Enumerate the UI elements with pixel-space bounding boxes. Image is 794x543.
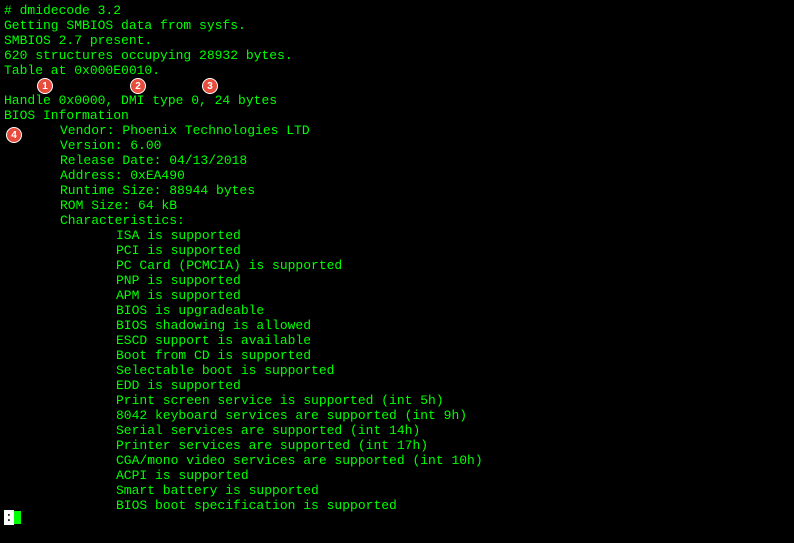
header-line: # dmidecode 3.2 [4,3,790,18]
field-line: ROM Size: 64 kB [4,198,790,213]
characteristic-line: Smart battery is supported [4,483,790,498]
characteristic-line: EDD is supported [4,378,790,393]
characteristic-line: ESCD support is available [4,333,790,348]
field-line: Runtime Size: 88944 bytes [4,183,790,198]
characteristic-line: 8042 keyboard services are supported (in… [4,408,790,423]
field-line: Vendor: Phoenix Technologies LTD [4,123,790,138]
pager-colon: : [4,510,14,525]
characteristic-line: BIOS boot specification is supported [4,498,790,513]
field-line: Address: 0xEA490 [4,168,790,183]
characteristic-line: ACPI is supported [4,468,790,483]
pager-prompt[interactable]: : [4,510,21,525]
field-line: Characteristics: [4,213,790,228]
header-line: 620 structures occupying 28932 bytes. [4,48,790,63]
characteristic-line: CGA/mono video services are supported (i… [4,453,790,468]
characteristic-line: APM is supported [4,288,790,303]
annotation-marker-4: 4 [6,127,22,143]
annotation-marker-3: 3 [202,78,218,94]
characteristic-line: PCI is supported [4,243,790,258]
annotation-marker-2: 2 [130,78,146,94]
terminal-output: # dmidecode 3.2Getting SMBIOS data from … [4,3,790,513]
characteristic-line: Boot from CD is supported [4,348,790,363]
header-line: SMBIOS 2.7 present. [4,33,790,48]
cursor [14,511,21,524]
characteristic-line: BIOS is upgradeable [4,303,790,318]
characteristic-line: Selectable boot is supported [4,363,790,378]
blank-line [4,78,790,93]
section-title: BIOS Information [4,108,790,123]
characteristic-line: Serial services are supported (int 14h) [4,423,790,438]
characteristic-line: Print screen service is supported (int 5… [4,393,790,408]
header-line: Getting SMBIOS data from sysfs. [4,18,790,33]
handle-line: Handle 0x0000, DMI type 0, 24 bytes [4,93,790,108]
annotation-marker-1: 1 [37,78,53,94]
characteristic-line: BIOS shadowing is allowed [4,318,790,333]
characteristic-line: ISA is supported [4,228,790,243]
field-line: Version: 6.00 [4,138,790,153]
field-line: Release Date: 04/13/2018 [4,153,790,168]
characteristic-line: PNP is supported [4,273,790,288]
characteristic-line: PC Card (PCMCIA) is supported [4,258,790,273]
characteristic-line: Printer services are supported (int 17h) [4,438,790,453]
header-line: Table at 0x000E0010. [4,63,790,78]
